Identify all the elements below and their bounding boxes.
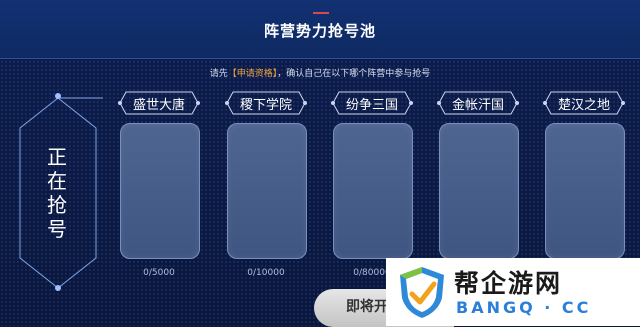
faction-card[interactable] [227, 123, 307, 259]
instruction-prefix: 请先 [209, 69, 228, 79]
apply-qualification-link[interactable]: 【申请资格】 [228, 69, 278, 79]
faction-count: 0/5000 [143, 268, 175, 278]
status-panel-text: 正 在 抢 号 [37, 145, 77, 241]
faction-label: 纷争三国 [331, 90, 413, 116]
faction-count: 0/10000 [247, 268, 285, 278]
faction-name: 纷争三国 [345, 98, 398, 113]
faction-name: 盛世大唐 [132, 98, 185, 113]
faction-label: 稷下学院 [225, 90, 307, 116]
page-title: 阵营势力抢号池 [263, 22, 376, 40]
status-char: 抢 [47, 193, 67, 217]
header-bar: 阵营势力抢号池 [0, 0, 640, 59]
faction-card[interactable] [120, 123, 200, 259]
header-accent-line [313, 12, 329, 14]
faction-shengshi-datang[interactable]: 盛世大唐 0/5000 [118, 90, 200, 290]
status-char: 在 [47, 169, 67, 193]
faction-label: 楚汉之地 [543, 90, 625, 116]
instruction-suffix: ，确认自己在以下哪个阵营中参与抢号 [277, 69, 431, 79]
site-watermark: 帮企游网 BANGQ · CC [386, 258, 640, 326]
faction-card[interactable] [333, 123, 413, 259]
faction-card[interactable] [545, 123, 625, 259]
faction-name: 稷下学院 [239, 98, 292, 113]
status-char: 号 [47, 217, 67, 241]
faction-label: 金帐汗国 [437, 90, 519, 116]
shield-logo-icon [400, 267, 444, 318]
watermark-domain: BANGQ · CC [456, 298, 592, 317]
instruction-text: 请先【申请资格】，确认自己在以下哪个阵营中参与抢号 [0, 66, 640, 79]
faction-name: 楚汉之地 [557, 98, 610, 113]
status-char: 正 [47, 145, 67, 169]
watermark-brand: 帮企游网 [454, 269, 563, 298]
faction-label: 盛世大唐 [118, 90, 200, 116]
faction-card[interactable] [439, 123, 519, 259]
faction-name: 金帐汗国 [451, 98, 504, 113]
faction-jixia-xueyuan[interactable]: 稷下学院 0/10000 [225, 90, 307, 290]
